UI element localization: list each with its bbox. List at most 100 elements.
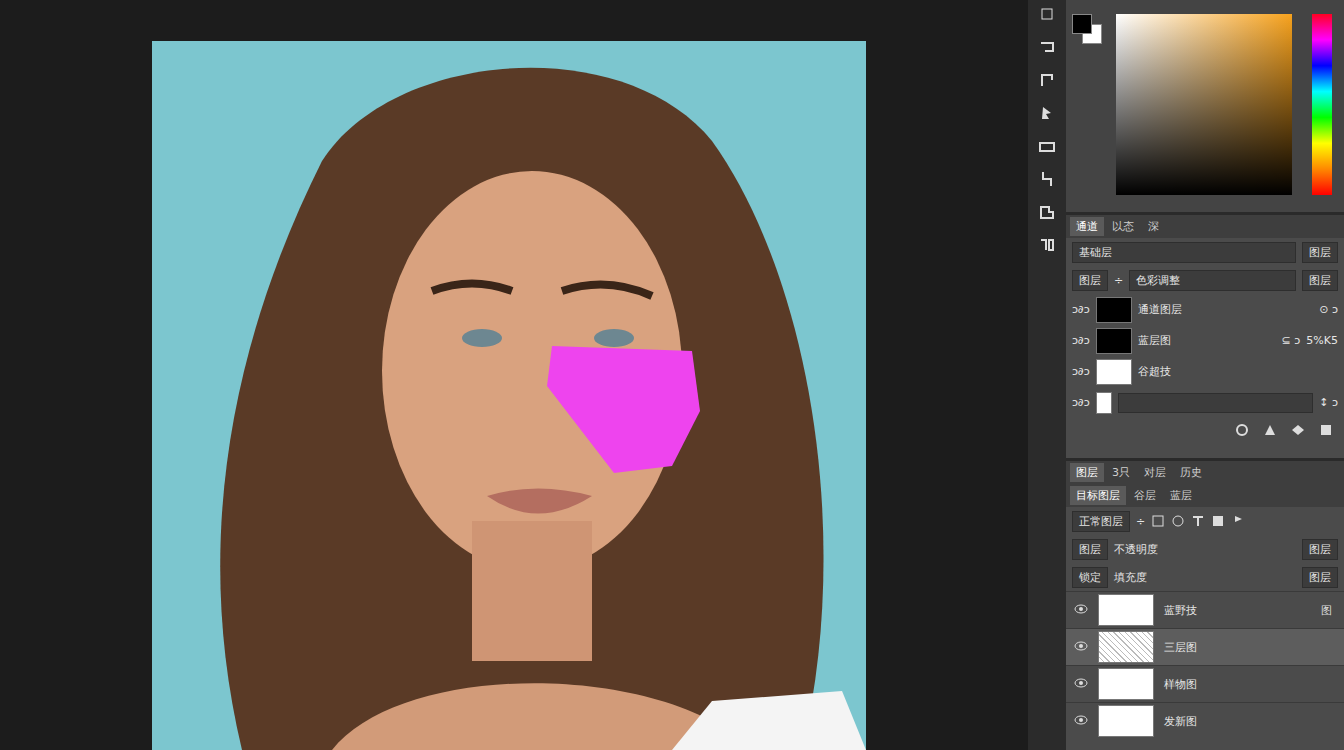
color-field[interactable]	[1116, 14, 1292, 195]
panel-tab[interactable]: 对层	[1138, 463, 1172, 482]
channel-name: 谷超技	[1138, 364, 1338, 379]
visibility-toggle[interactable]	[1074, 678, 1088, 691]
row-toggles[interactable]: ↄ∂ↄ	[1072, 303, 1090, 316]
action-icon[interactable]	[1318, 422, 1334, 438]
tool-button[interactable]	[1035, 2, 1059, 26]
layers-panel: 图层3只对层历史目标图层谷层蓝层正常图层÷图层不透明度图层锁定填充度图层蓝野技图…	[1066, 458, 1344, 750]
adjust-button[interactable]: 图层	[1302, 270, 1338, 291]
row-toggles[interactable]: ↄ∂ↄ	[1072, 365, 1090, 378]
visibility-toggle[interactable]	[1074, 641, 1088, 654]
eye-icon	[1074, 678, 1088, 688]
layer-row[interactable]: 三层图	[1066, 628, 1344, 665]
tool-button[interactable]	[1035, 134, 1059, 158]
photo-image	[152, 41, 866, 750]
panel-tab[interactable]: 图层	[1070, 463, 1104, 482]
channel-row[interactable]: ↄ∂ↄ蓝层图⊆ ↄ5%K5	[1066, 325, 1344, 356]
filter-icon[interactable]	[1211, 514, 1225, 528]
panel-tabs: 通道以态深	[1066, 215, 1344, 238]
foreground-swatch[interactable]	[1072, 14, 1092, 34]
layer-thumbnail	[1098, 705, 1154, 737]
layer-name: 发新图	[1164, 714, 1197, 729]
layer-row[interactable]: 蓝野技 图	[1066, 591, 1344, 628]
panel-tabs: 图层3只对层历史	[1066, 461, 1344, 484]
tool-button[interactable]	[1035, 101, 1059, 125]
row-name: 不透明度	[1114, 542, 1296, 557]
tool-icon	[1037, 235, 1057, 255]
channel-thumbnail	[1096, 297, 1132, 323]
eye-icon	[1074, 715, 1088, 725]
layer-thumbnail	[1098, 594, 1154, 626]
side-panels: 通道以态深基础层图层图层÷色彩调整图层ↄ∂ↄ通道图层⊙ ↄↄ∂ↄ蓝层图⊆ ↄ5%…	[1066, 0, 1344, 750]
color-swatches[interactable]	[1072, 14, 1106, 48]
row-label: 图层	[1072, 539, 1108, 560]
tool-icon	[1037, 103, 1057, 123]
tool-icon	[1037, 202, 1057, 222]
row-label: 锁定	[1072, 567, 1108, 588]
panel-tab[interactable]: 通道	[1070, 217, 1104, 236]
photo	[152, 41, 866, 750]
channel-name: 蓝层图	[1138, 333, 1276, 348]
visibility-toggle[interactable]	[1074, 715, 1088, 728]
blend-select[interactable]: 正常图层	[1072, 511, 1130, 532]
channel-controls[interactable]: ⊆ ↄ	[1282, 334, 1301, 347]
tool-button[interactable]	[1035, 68, 1059, 92]
eye-icon	[1074, 641, 1088, 651]
filter-tabs: 目标图层谷层蓝层	[1066, 484, 1344, 507]
row-value[interactable]: 图层	[1302, 539, 1338, 560]
channel-row[interactable]: ↄ∂ↄ通道图层⊙ ↄ	[1066, 294, 1344, 325]
row-toggles[interactable]: ↄ∂ↄ	[1072, 396, 1090, 409]
panel-tab[interactable]: 历史	[1174, 463, 1208, 482]
panel-tab[interactable]: 3只	[1106, 463, 1136, 482]
channel-row[interactable]: ↄ∂ↄ ↕ ↄ	[1066, 387, 1344, 418]
filter-icon[interactable]	[1191, 514, 1205, 528]
layer-row[interactable]: 发新图	[1066, 702, 1344, 739]
opacity-row: 图层不透明度图层	[1066, 535, 1344, 563]
mode-arrow[interactable]: ÷	[1114, 274, 1123, 287]
header-button[interactable]: 图层	[1302, 242, 1338, 263]
tool-button[interactable]	[1035, 233, 1059, 257]
channel-row[interactable]: ↄ∂ↄ 谷超技	[1066, 356, 1344, 387]
layer-thumbnail	[1098, 631, 1154, 663]
filter-tab[interactable]: 谷层	[1128, 486, 1162, 505]
filter-icon[interactable]	[1151, 514, 1165, 528]
layer-badge: 图	[1317, 603, 1336, 618]
filter-tab[interactable]: 蓝层	[1164, 486, 1198, 505]
channel-slider[interactable]	[1118, 393, 1313, 413]
blend-arrow[interactable]: ÷	[1136, 515, 1145, 528]
tool-icon	[1037, 169, 1057, 189]
tool-button[interactable]	[1035, 200, 1059, 224]
adjust-row: 图层 ÷ 色彩调整图层	[1066, 266, 1344, 294]
tool-bar	[1028, 0, 1066, 750]
row-value[interactable]: 图层	[1302, 567, 1338, 588]
panel-header: 基础层图层	[1066, 238, 1344, 266]
channel-thumbnail	[1096, 392, 1112, 414]
preset-field[interactable]: 基础层	[1072, 242, 1296, 263]
tool-button[interactable]	[1035, 35, 1059, 59]
filter-icon[interactable]	[1171, 514, 1185, 528]
panel-tab[interactable]: 以态	[1106, 217, 1140, 236]
tool-icon	[1037, 37, 1057, 57]
tool-button[interactable]	[1035, 167, 1059, 191]
row-toggles[interactable]: ↄ∂ↄ	[1072, 334, 1090, 347]
channel-thumbnail	[1096, 359, 1132, 385]
channel-controls[interactable]: ↕ ↄ	[1319, 396, 1338, 409]
layer-row[interactable]: 样物图	[1066, 665, 1344, 702]
fill-row: 锁定填充度图层	[1066, 563, 1344, 591]
action-icon[interactable]	[1234, 422, 1250, 438]
channel-thumbnail	[1096, 328, 1132, 354]
action-icon[interactable]	[1262, 422, 1278, 438]
adjust-select[interactable]: 色彩调整	[1129, 270, 1296, 291]
panel-tab[interactable]: 深	[1142, 217, 1165, 236]
action-icon[interactable]	[1290, 422, 1306, 438]
tool-icon	[1037, 136, 1057, 156]
hue-slider[interactable]	[1312, 14, 1332, 195]
mode-select[interactable]: 图层	[1072, 270, 1108, 291]
color-picker	[1066, 0, 1344, 212]
tool-icon	[1037, 4, 1057, 24]
layer-name: 蓝野技	[1164, 603, 1197, 618]
visibility-toggle[interactable]	[1074, 604, 1088, 617]
adjustments-panel: 通道以态深基础层图层图层÷色彩调整图层ↄ∂ↄ通道图层⊙ ↄↄ∂ↄ蓝层图⊆ ↄ5%…	[1066, 212, 1344, 458]
filter-tab[interactable]: 目标图层	[1070, 486, 1126, 505]
filter-icon[interactable]	[1231, 514, 1245, 528]
channel-controls[interactable]: ⊙ ↄ	[1319, 303, 1338, 316]
